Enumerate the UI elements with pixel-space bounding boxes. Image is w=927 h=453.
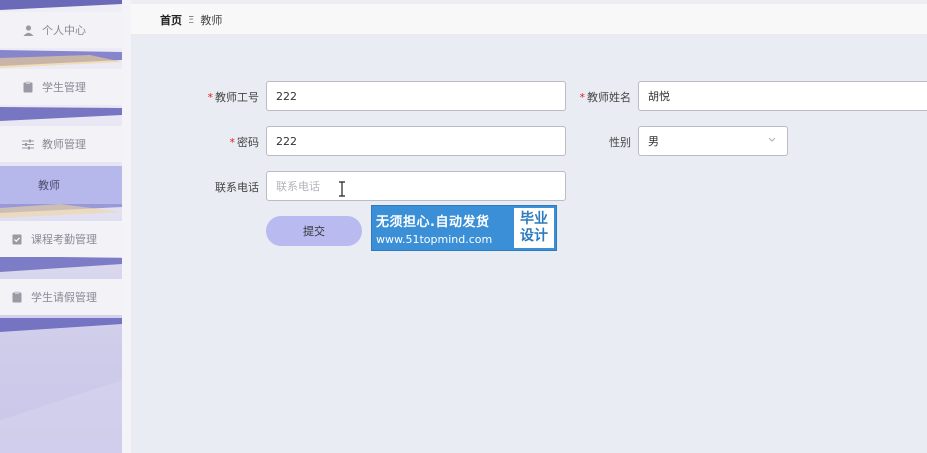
- phone-input[interactable]: [266, 171, 566, 201]
- sidebar-item-student-management[interactable]: 学生管理: [0, 69, 122, 105]
- sidebar: 个人中心 学生管理 教师管理 教师 课程考勤管理 学生请假管理: [0, 0, 122, 453]
- sidebar-item-course-attendance[interactable]: 课程考勤管理: [0, 221, 122, 257]
- user-icon: [22, 24, 34, 36]
- teacher-id-input[interactable]: [266, 81, 566, 111]
- password-input[interactable]: [266, 126, 566, 156]
- sidebar-item-student-leave[interactable]: 学生请假管理: [0, 279, 122, 315]
- teacher-name-label: * 教师姓名: [579, 91, 632, 104]
- sidebar-item-label: 个人中心: [42, 24, 86, 37]
- sidebar-item-label: 教师: [38, 179, 60, 192]
- main-content: *教师工号 *教师姓名 *密码 性别 男 联系电话 提交 无须担心.自动发货 w…: [131, 35, 927, 453]
- sidebar-item-label: 学生管理: [42, 81, 86, 94]
- topbar: 首页 Ξ 教师: [131, 0, 927, 35]
- sidebar-item-label: 学生请假管理: [31, 291, 97, 304]
- breadcrumb-home[interactable]: 首页: [160, 12, 182, 28]
- sidebar-item-personal-center[interactable]: 个人中心: [0, 12, 122, 48]
- breadcrumb: 首页 Ξ 教师: [160, 12, 222, 28]
- gender-select-value: 男: [648, 135, 659, 148]
- sliders-icon: [22, 138, 34, 150]
- promo-badge-line1: 毕业: [520, 211, 548, 227]
- teacher-name-input[interactable]: [638, 81, 927, 111]
- promo-text: 无须担心.自动发货 www.51topmind.com: [372, 206, 512, 250]
- promo-badge: 毕业 设计: [514, 208, 554, 248]
- password-label: * 密码: [229, 136, 260, 149]
- sidebar-item-label: 教师管理: [42, 138, 86, 151]
- breadcrumb-separator: Ξ: [188, 14, 195, 26]
- promo-badge-line2: 设计: [520, 228, 548, 244]
- sidebar-item-teacher[interactable]: 教师: [0, 166, 122, 204]
- submit-button[interactable]: 提交: [266, 216, 362, 246]
- sidebar-item-teacher-management[interactable]: 教师管理: [0, 126, 122, 162]
- teacher-id-label: * 教师工号: [207, 91, 260, 104]
- breadcrumb-current: 教师: [200, 14, 223, 27]
- promo-line2: www.51topmind.com: [376, 232, 493, 246]
- clipboard-icon: [11, 291, 23, 303]
- chevron-down-icon: [767, 134, 777, 147]
- required-mark: *: [579, 91, 586, 104]
- promo-line1: 无须担心.自动发货: [376, 214, 490, 230]
- clipboard-icon: [22, 81, 34, 93]
- sidebar-item-label: 课程考勤管理: [31, 233, 97, 246]
- gender-label: 性别: [609, 136, 631, 149]
- text-cursor-icon: [338, 181, 346, 200]
- required-mark: *: [207, 91, 214, 104]
- clipboard-check-icon: [11, 233, 23, 245]
- topbar-shadow: [131, 0, 927, 4]
- phone-label: 联系电话: [215, 181, 259, 194]
- required-mark: *: [229, 136, 236, 149]
- gender-select[interactable]: 男: [638, 126, 788, 156]
- promo-banner[interactable]: 无须担心.自动发货 www.51topmind.com 毕业 设计: [371, 205, 557, 251]
